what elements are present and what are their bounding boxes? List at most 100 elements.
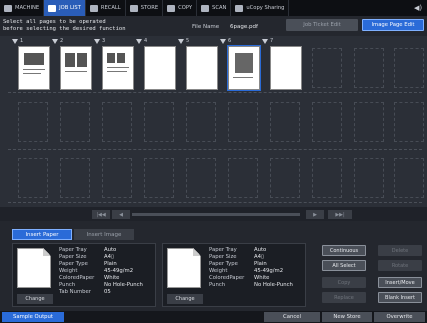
scroll-track[interactable] (132, 213, 300, 216)
page-marker-5: 5 (178, 37, 196, 45)
cancel-button[interactable]: Cancel (264, 312, 320, 322)
page-thumbnail-4[interactable] (144, 46, 176, 90)
insert-point-icon (52, 38, 58, 44)
grid-divider (8, 92, 422, 93)
empty-page-slot (354, 102, 384, 142)
tab-copy[interactable]: COPY (163, 0, 198, 16)
insert-point-icon (262, 38, 268, 44)
empty-page-slot (102, 158, 132, 198)
top-tab-bar: MACHINE JOB LIST RECALL STORE COPY SCAN … (0, 0, 427, 16)
tab-machine-label: MACHINE (15, 5, 40, 11)
footer-bar: Sample Output Cancel New Store Overwrite (0, 311, 427, 323)
empty-page-slot (186, 102, 216, 142)
tab-scan[interactable]: SCAN (197, 0, 232, 16)
insert-paper-card-left: Change Paper Tray Auto Paper Size A4▯ Pape… (12, 243, 156, 307)
empty-page-slot (270, 158, 300, 198)
joblist-icon (48, 4, 57, 12)
paper-properties-right: Paper Tray Auto Paper Size A4▯ Paper Type P… (209, 247, 293, 288)
share-icon (235, 4, 244, 12)
empty-page-slot (354, 48, 384, 88)
instruction-message: Select all pages to be operated before se… (3, 19, 126, 32)
empty-page-slot (228, 102, 258, 142)
new-store-button[interactable]: New Store (322, 312, 372, 322)
empty-page-slot (394, 48, 424, 88)
page-marker-6: 6 (220, 37, 238, 45)
empty-page-slot (18, 158, 48, 198)
app-window: MACHINE JOB LIST RECALL STORE COPY SCAN … (0, 0, 427, 323)
page-thumbnail-2[interactable] (60, 46, 92, 90)
insert-point-icon (94, 38, 100, 44)
store-icon (129, 4, 138, 12)
empty-page-slot (312, 102, 342, 142)
page-thumbnail-5[interactable] (186, 46, 218, 90)
image-page-edit-button[interactable]: Image Page Edit (362, 19, 424, 31)
empty-page-slot (60, 158, 90, 198)
overwrite-button[interactable]: Overwrite (374, 312, 425, 322)
scroll-next-button[interactable]: ▶ (306, 210, 324, 219)
empty-page-slot (312, 48, 342, 88)
page-thumbnail-6[interactable] (227, 45, 261, 91)
page-marker-1: 1 (12, 37, 30, 45)
page-thumbnail-7[interactable] (270, 46, 302, 90)
empty-page-slot (228, 158, 258, 198)
page-marker-2: 2 (52, 37, 70, 45)
paper-preview (17, 248, 51, 288)
page-grid: 1 2 3 4 5 6 7 (0, 36, 427, 207)
page-thumbnail-1[interactable] (18, 46, 50, 90)
paper-properties-left: Paper Tray Auto Paper Size A4▯ Paper Type P… (59, 247, 143, 295)
delete-button[interactable]: Delete (378, 245, 422, 256)
scroll-first-button[interactable]: |◀◀ (92, 210, 110, 219)
tab-ucopy-sharing[interactable]: uCopy Sharing (231, 0, 290, 16)
empty-page-slot (394, 102, 424, 142)
change-button-right[interactable]: Change (167, 294, 203, 304)
empty-page-slot (354, 158, 384, 198)
tab-job-list-label: JOB LIST (59, 5, 81, 11)
scroll-prev-button[interactable]: ◀ (112, 210, 130, 219)
grid-divider (8, 149, 422, 150)
tab-ucopy-sharing-label: uCopy Sharing (246, 5, 285, 11)
empty-page-slot (270, 102, 300, 142)
message-row: Select all pages to be operated before se… (0, 16, 427, 36)
copy-button[interactable]: Copy (322, 277, 366, 288)
empty-page-slot (312, 158, 342, 198)
insert-point-icon (178, 38, 184, 44)
insert-paper-card-right: Change Paper Tray Auto Paper Size A4▯ Pape… (162, 243, 306, 307)
all-select-button[interactable]: All Select (322, 260, 366, 271)
tab-machine[interactable]: MACHINE (0, 0, 45, 16)
empty-page-slot (186, 158, 216, 198)
empty-page-slot (144, 158, 174, 198)
rotate-button[interactable]: Rotate (378, 260, 422, 271)
tab-recall-label: RECALL (100, 5, 121, 11)
tab-store[interactable]: STORE (126, 0, 164, 16)
empty-page-slot (394, 158, 424, 198)
instruction-line-2: before selecting the desired function (3, 25, 126, 32)
empty-page-slot (60, 102, 90, 142)
blank-insert-button[interactable]: Blank Insert (378, 292, 422, 303)
page-marker-4: 4 (136, 37, 154, 45)
grid-divider (8, 202, 422, 203)
page-marker-3: 3 (94, 37, 112, 45)
insert-move-button[interactable]: Insert/Move (378, 277, 422, 288)
scroll-last-button[interactable]: ▶▶| (328, 210, 352, 219)
scan-icon (201, 4, 210, 12)
tab-insert-image[interactable]: Insert Image (74, 229, 134, 240)
page-thumbnail-3[interactable] (102, 46, 134, 90)
machine-icon (4, 4, 12, 12)
replace-button[interactable]: Replace (322, 292, 366, 303)
page-marker-7: 7 (262, 37, 280, 45)
tab-store-label: STORE (140, 5, 159, 11)
file-name-value: 6page.pdf (230, 24, 258, 30)
continuous-button[interactable]: Continuous (322, 245, 366, 256)
insert-panel: Insert Paper Insert Image Change Paper T… (0, 221, 427, 311)
sample-output-button[interactable]: Sample Output (2, 312, 64, 322)
empty-page-slot (18, 102, 48, 142)
speaker-icon[interactable]: ◀) (409, 0, 427, 16)
paper-preview (167, 248, 201, 288)
change-button-left[interactable]: Change (17, 294, 53, 304)
tab-recall[interactable]: RECALL (86, 0, 126, 16)
insert-point-icon (220, 38, 226, 44)
tab-job-list[interactable]: JOB LIST (44, 0, 86, 16)
tab-insert-paper[interactable]: Insert Paper (12, 229, 72, 240)
job-ticket-edit-button[interactable]: Job Ticket Edit (286, 19, 358, 31)
tab-copy-label: COPY (178, 5, 193, 11)
